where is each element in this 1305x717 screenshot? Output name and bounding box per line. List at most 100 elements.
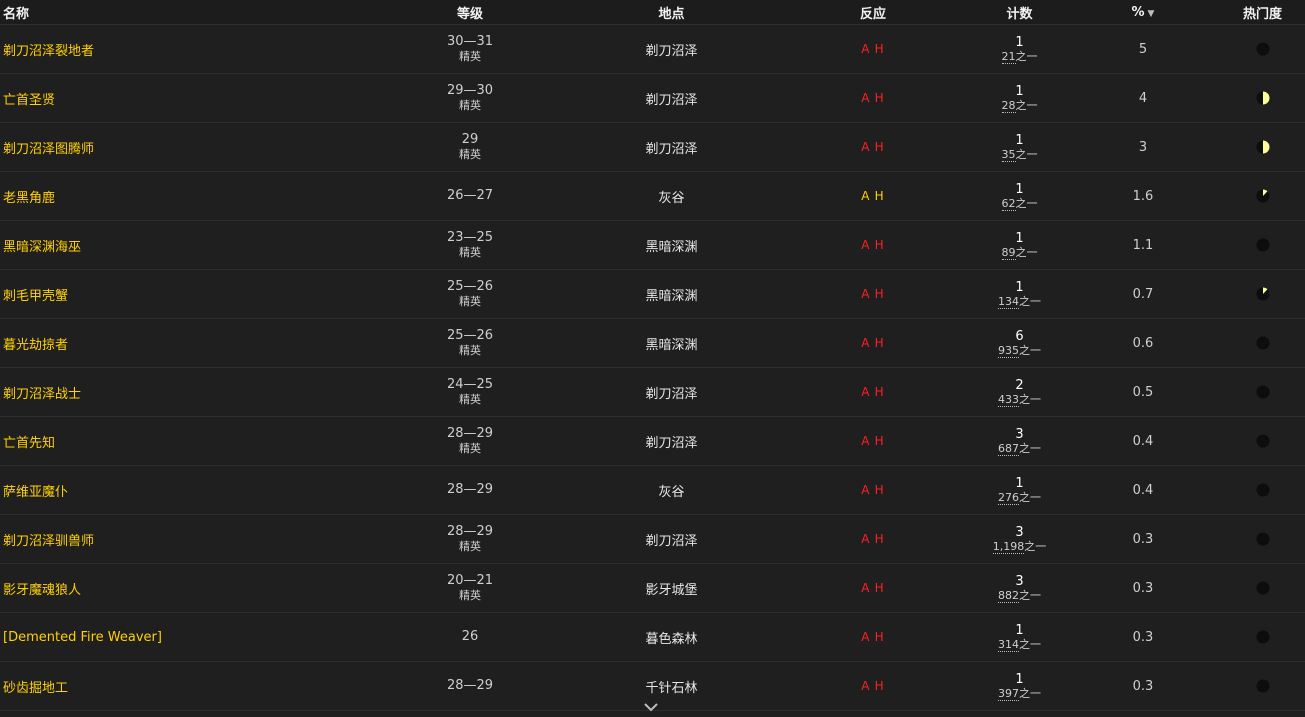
count-cell: 1 314之一 bbox=[973, 623, 1066, 652]
npc-name-link[interactable]: 剃刀沼泽战士 bbox=[3, 387, 81, 402]
table-row[interactable]: 剃刀沼泽图腾师 29 精英 剃刀沼泽 A H 1 35之一 3 bbox=[0, 123, 1305, 172]
npc-name-link[interactable]: 亡首圣贤 bbox=[3, 93, 55, 108]
location-link[interactable]: 剃刀沼泽 bbox=[645, 93, 697, 108]
npc-name-link[interactable]: 剃刀沼泽裂地者 bbox=[3, 44, 94, 59]
npc-name-link[interactable]: 砂齿掘地工 bbox=[3, 681, 68, 696]
count-total-suffix: 之一 bbox=[1019, 343, 1041, 357]
name-cell: 剃刀沼泽图腾师 bbox=[0, 138, 370, 157]
pie-base bbox=[1256, 42, 1269, 56]
react-alliance: A bbox=[861, 188, 871, 203]
name-cell: 砂齿掘地工 bbox=[0, 677, 370, 696]
column-header-name[interactable]: 名称 bbox=[0, 3, 370, 22]
count-total-number: 397 bbox=[998, 686, 1019, 701]
location-link[interactable]: 剃刀沼泽 bbox=[645, 534, 697, 549]
level-value: 28—29 bbox=[446, 426, 494, 441]
column-header-location-label: 地点 bbox=[658, 6, 685, 22]
location-link[interactable]: 黑暗深渊 bbox=[645, 240, 697, 255]
location-cell: 黑暗深渊 bbox=[570, 285, 773, 304]
location-link[interactable]: 灰谷 bbox=[658, 191, 684, 206]
chevron-down-icon[interactable] bbox=[643, 700, 659, 714]
count-cell: 1 35之一 bbox=[973, 133, 1066, 162]
count-cell: 1 62之一 bbox=[973, 182, 1066, 211]
count-total-suffix: 之一 bbox=[1015, 147, 1038, 161]
count-value: 1 bbox=[1015, 83, 1024, 99]
count-total: 314之一 bbox=[973, 637, 1066, 652]
count-total-suffix: 之一 bbox=[1019, 490, 1041, 504]
npc-name-link[interactable]: [Demented Fire Weaver] bbox=[3, 630, 162, 645]
column-header-count-label: 计数 bbox=[1006, 6, 1033, 22]
table-row[interactable]: 老黑角鹿 26—27 灰谷 A H 1 62之一 1.6 bbox=[0, 172, 1305, 221]
count-cell: 2 433之一 bbox=[973, 378, 1066, 407]
column-header-popularity[interactable]: 热门度 bbox=[1220, 3, 1305, 22]
count-total-number: 276 bbox=[998, 490, 1019, 505]
rank-label: 精英 bbox=[459, 589, 481, 602]
count-value: 1 bbox=[1015, 181, 1024, 197]
location-link[interactable]: 剃刀沼泽 bbox=[645, 387, 697, 402]
react-alliance: A bbox=[861, 384, 871, 399]
table-row[interactable]: 暮光劫掠者 25—26 精英 黑暗深渊 A H 6 935之一 0.6 bbox=[0, 319, 1305, 368]
level-cell: 25—26 精英 bbox=[370, 328, 570, 358]
table-row[interactable]: 刺毛甲壳蟹 25—26 精英 黑暗深渊 A H 1 134之一 0.7 bbox=[0, 270, 1305, 319]
column-header-react[interactable]: 反应 bbox=[773, 3, 973, 22]
percent-cell: 0.4 bbox=[1066, 483, 1220, 498]
rank-label: 精英 bbox=[459, 295, 481, 308]
table-row[interactable]: 亡首圣贤 29—30 精英 剃刀沼泽 A H 1 28之一 4 bbox=[0, 74, 1305, 123]
count-cell: 1 276之一 bbox=[973, 476, 1066, 505]
popularity-pie-icon bbox=[1256, 630, 1269, 644]
react-horde: H bbox=[874, 188, 885, 203]
column-header-percent[interactable]: % ▼ bbox=[1066, 5, 1220, 20]
react-horde: H bbox=[874, 629, 885, 644]
npc-name-link[interactable]: 亡首先知 bbox=[3, 436, 55, 451]
popularity-pie-icon bbox=[1256, 91, 1269, 105]
npc-name-link[interactable]: 老黑角鹿 bbox=[3, 191, 55, 206]
location-link[interactable]: 千针石林 bbox=[645, 681, 697, 696]
location-link[interactable]: 剃刀沼泽 bbox=[645, 436, 697, 451]
popularity-cell bbox=[1220, 91, 1305, 106]
table-row[interactable]: 剃刀沼泽驯兽师 28—29 精英 剃刀沼泽 A H 3 1,198之一 0.3 bbox=[0, 515, 1305, 564]
table-row[interactable]: [Demented Fire Weaver] 26 暮色森林 A H 1 314… bbox=[0, 613, 1305, 662]
percent-value: 1.6 bbox=[1132, 188, 1154, 204]
level-value: 25—26 bbox=[446, 328, 494, 343]
count-value: 1 bbox=[1015, 230, 1024, 246]
location-link[interactable]: 黑暗深渊 bbox=[645, 338, 697, 353]
react-horde: H bbox=[874, 580, 885, 595]
level-value: 23—25 bbox=[446, 230, 494, 245]
table-row[interactable]: 剃刀沼泽战士 24—25 精英 剃刀沼泽 A H 2 433之一 0.5 bbox=[0, 368, 1305, 417]
count-total: 1,198之一 bbox=[973, 539, 1066, 554]
location-link[interactable]: 暮色森林 bbox=[645, 632, 697, 647]
count-value: 6 bbox=[1015, 328, 1024, 344]
percent-cell: 3 bbox=[1066, 140, 1220, 155]
react-cell: A H bbox=[773, 434, 973, 449]
npc-name-link[interactable]: 萨维亚魔仆 bbox=[3, 485, 68, 500]
location-cell: 剃刀沼泽 bbox=[570, 383, 773, 402]
count-total: 35之一 bbox=[973, 147, 1066, 162]
npc-name-link[interactable]: 黑暗深渊海巫 bbox=[3, 240, 81, 255]
npc-name-link[interactable]: 剃刀沼泽驯兽师 bbox=[3, 534, 94, 549]
column-header-level[interactable]: 等级 bbox=[370, 3, 570, 22]
popularity-pie-icon bbox=[1256, 385, 1269, 399]
npc-name-link[interactable]: 刺毛甲壳蟹 bbox=[3, 289, 68, 304]
npc-name-link[interactable]: 暮光劫掠者 bbox=[3, 338, 68, 353]
table-row[interactable]: 萨维亚魔仆 28—29 灰谷 A H 1 276之一 0.4 bbox=[0, 466, 1305, 515]
column-header-location[interactable]: 地点 bbox=[570, 3, 773, 22]
location-link[interactable]: 剃刀沼泽 bbox=[645, 44, 697, 59]
react-cell: A H bbox=[773, 532, 973, 547]
name-cell: 亡首先知 bbox=[0, 432, 370, 451]
location-link[interactable]: 剃刀沼泽 bbox=[645, 142, 697, 157]
react-alliance: A bbox=[861, 531, 871, 546]
react-cell: A H bbox=[773, 679, 973, 694]
table-row[interactable]: 黑暗深渊海巫 23—25 精英 黑暗深渊 A H 1 89之一 1.1 bbox=[0, 221, 1305, 270]
location-link[interactable]: 影牙城堡 bbox=[645, 583, 697, 598]
table-row[interactable]: 亡首先知 28—29 精英 剃刀沼泽 A H 3 687之一 0.4 bbox=[0, 417, 1305, 466]
table-row[interactable]: 影牙魔魂狼人 20—21 精英 影牙城堡 A H 3 882之一 0.3 bbox=[0, 564, 1305, 613]
location-link[interactable]: 灰谷 bbox=[658, 485, 684, 500]
npc-name-link[interactable]: 剃刀沼泽图腾师 bbox=[3, 142, 94, 157]
npc-name-link[interactable]: 影牙魔魂狼人 bbox=[3, 583, 81, 598]
pie-slice bbox=[1262, 140, 1269, 154]
column-header-count[interactable]: 计数 bbox=[973, 3, 1066, 22]
popularity-cell bbox=[1220, 385, 1305, 400]
location-link[interactable]: 黑暗深渊 bbox=[645, 289, 697, 304]
level-value: 28—29 bbox=[446, 482, 494, 497]
table-row[interactable]: 剃刀沼泽裂地者 30—31 精英 剃刀沼泽 A H 1 21之一 5 bbox=[0, 25, 1305, 74]
count-total: 28之一 bbox=[973, 98, 1066, 113]
